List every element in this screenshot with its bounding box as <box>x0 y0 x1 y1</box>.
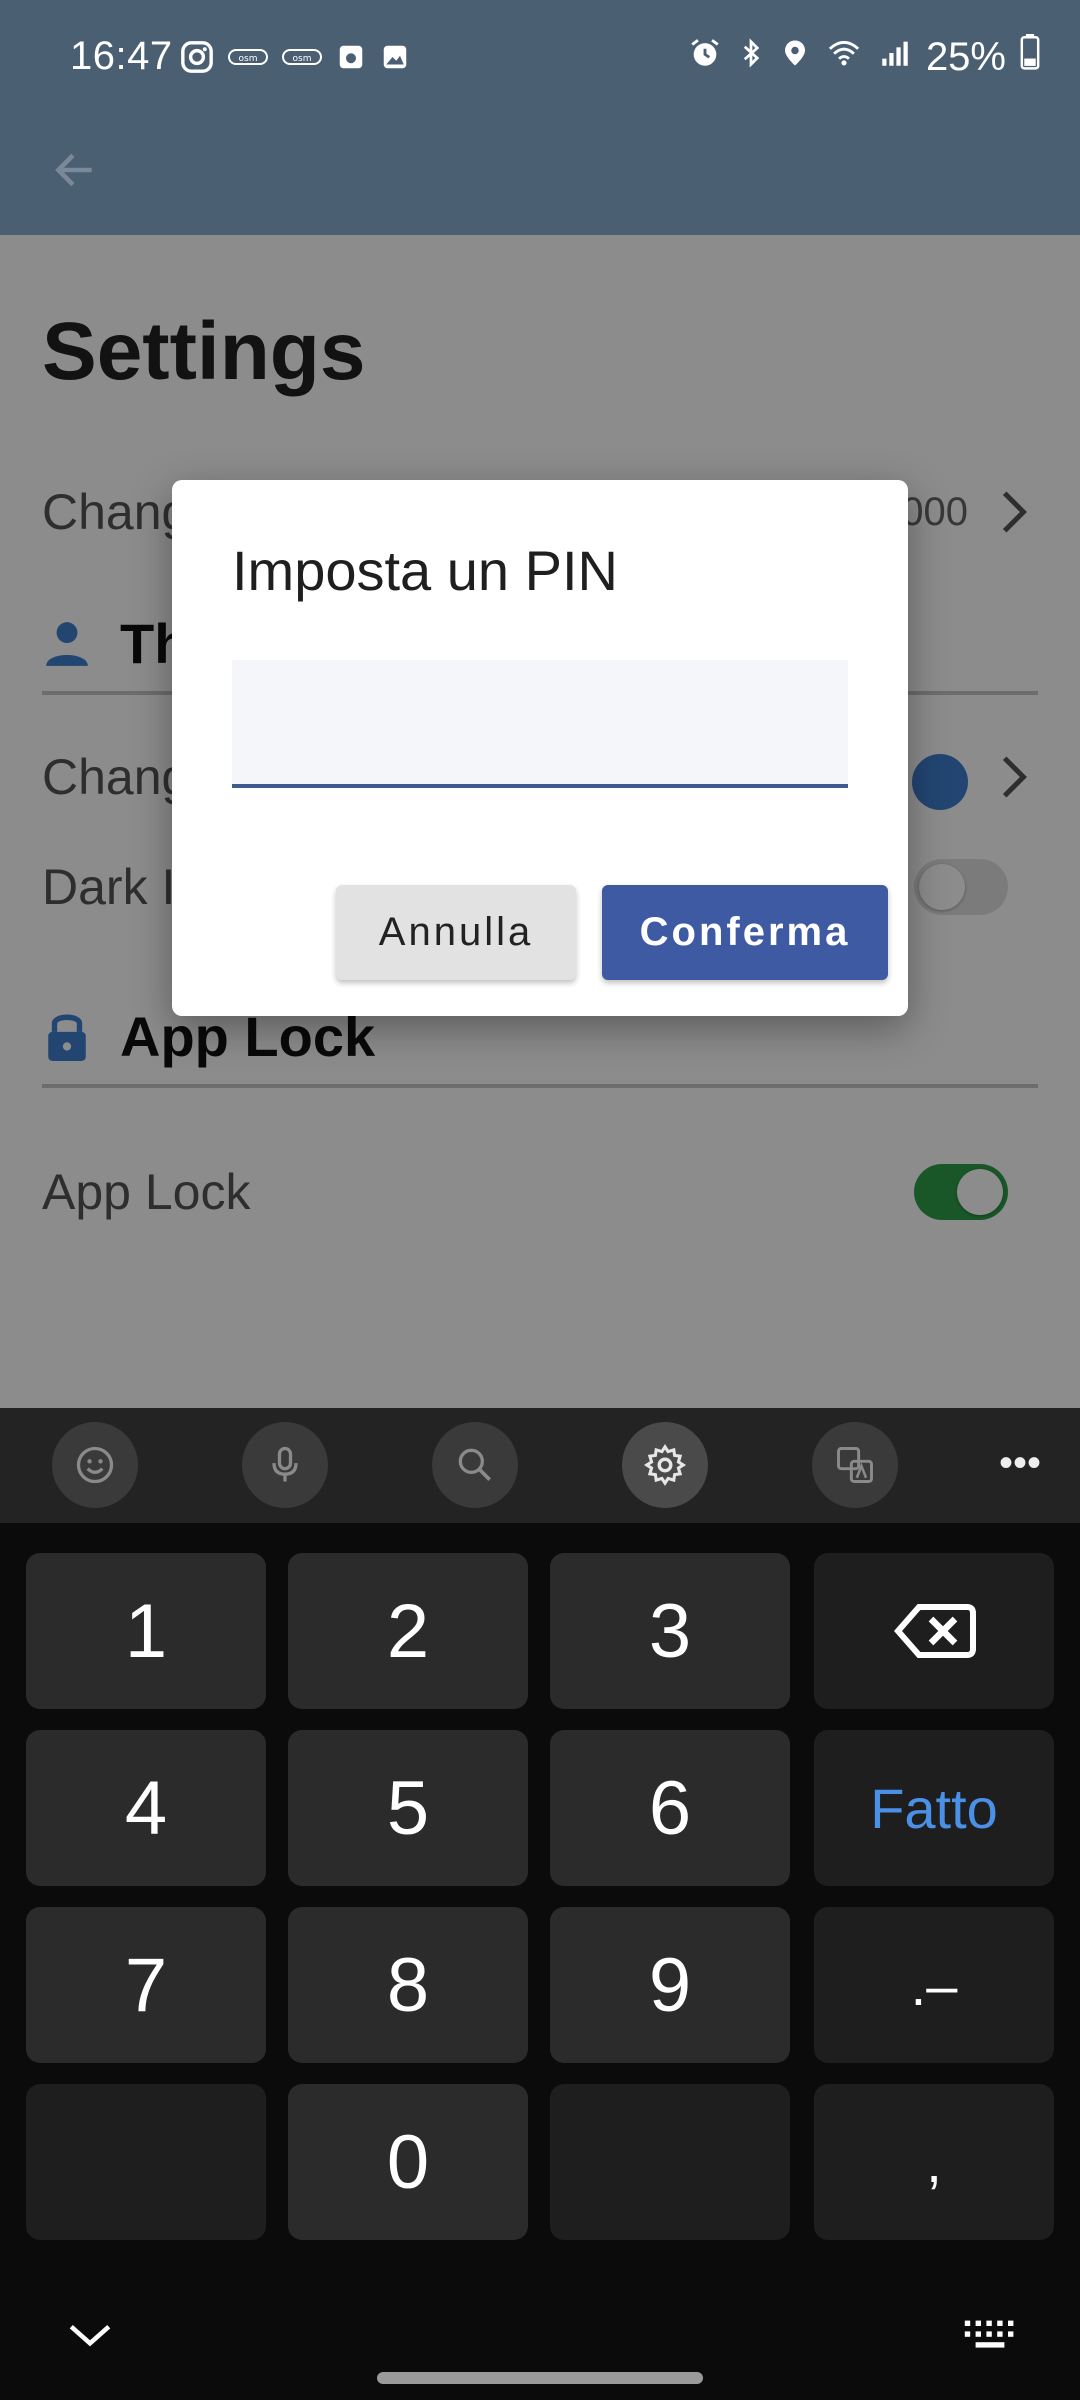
voice-input-button[interactable] <box>242 1422 328 1508</box>
location-icon <box>780 35 810 80</box>
backspace-icon <box>894 1604 976 1658</box>
settings-icon <box>643 1443 687 1487</box>
search-button[interactable] <box>432 1422 518 1508</box>
microphone-icon <box>272 1446 298 1482</box>
bluetooth-icon <box>736 35 766 80</box>
comma-key[interactable]: , <box>814 2084 1054 2240</box>
key-8[interactable]: 8 <box>288 1907 528 2063</box>
notification-icons: osm osm <box>180 40 410 79</box>
number-keyboard: 1 2 3 4 5 6 Fatto 7 8 9 .– 0 , <box>0 1523 1080 2400</box>
cancel-button[interactable]: Annulla <box>336 885 576 980</box>
battery-icon <box>1020 34 1040 80</box>
empty-key-right <box>550 2084 790 2240</box>
key-9[interactable]: 9 <box>550 1907 790 2063</box>
alarm-icon <box>688 35 722 80</box>
arrow-left-icon <box>55 153 92 187</box>
image-icon <box>380 42 410 77</box>
key-3[interactable]: 3 <box>550 1553 790 1709</box>
svg-text:osm: osm <box>293 54 312 64</box>
more-icon[interactable]: ••• <box>990 1438 1050 1488</box>
status-bar: 16:47 osm osm 25% <box>0 0 1080 120</box>
keyboard-toolbar: ••• <box>0 1408 1080 1523</box>
hide-keyboard-button[interactable] <box>60 2305 120 2365</box>
search-icon <box>458 1448 491 1481</box>
set-pin-dialog: Imposta un PIN Annulla Conferma <box>172 480 908 1016</box>
key-5[interactable]: 5 <box>288 1730 528 1886</box>
key-2[interactable]: 2 <box>288 1553 528 1709</box>
done-key[interactable]: Fatto <box>814 1730 1054 1886</box>
back-button[interactable] <box>40 135 110 205</box>
key-7[interactable]: 7 <box>26 1907 266 2063</box>
system-icons: 25% <box>688 34 1040 80</box>
svg-text:osm: osm <box>239 54 258 64</box>
key-4[interactable]: 4 <box>26 1730 266 1886</box>
chevron-down-icon <box>69 2324 111 2347</box>
empty-key-left <box>26 2084 266 2240</box>
battery-label: 25% <box>925 34 1006 79</box>
osm-icon: osm <box>228 47 268 72</box>
key-0[interactable]: 0 <box>288 2084 528 2240</box>
confirm-button[interactable]: Conferma <box>602 885 888 980</box>
instagram-icon <box>180 40 214 79</box>
wifi-icon <box>824 35 864 80</box>
osm-icon: osm <box>282 47 322 72</box>
emoji-button[interactable] <box>52 1422 138 1508</box>
keyboard-settings-button[interactable] <box>622 1422 708 1508</box>
app-bar <box>0 120 1080 235</box>
dialog-title: Imposta un PIN <box>232 539 618 602</box>
translate-icon <box>837 1447 873 1483</box>
keyboard-icon <box>964 2320 1014 2348</box>
punctuation-key[interactable]: .– <box>814 1907 1054 2063</box>
signal-icon <box>878 35 912 80</box>
camera-roll-icon <box>336 42 366 77</box>
emoji-icon <box>76 1446 114 1484</box>
switch-keyboard-button[interactable] <box>960 2310 1020 2360</box>
translate-button[interactable] <box>812 1422 898 1508</box>
key-1[interactable]: 1 <box>26 1553 266 1709</box>
status-time: 16:47 <box>70 34 173 78</box>
home-indicator[interactable] <box>377 2372 703 2384</box>
key-6[interactable]: 6 <box>550 1730 790 1886</box>
pin-input[interactable] <box>232 660 848 788</box>
backspace-key[interactable] <box>814 1553 1054 1709</box>
